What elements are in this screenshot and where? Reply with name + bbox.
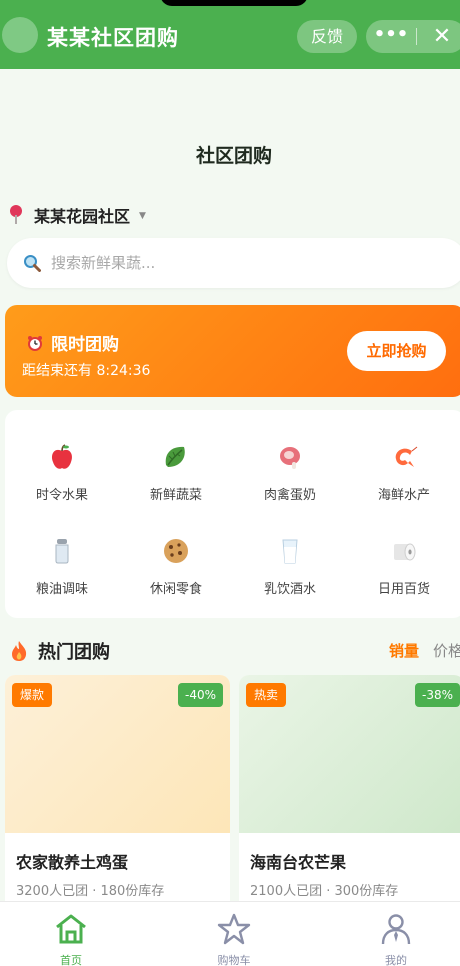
- flash-sale-title: 限时团购: [27, 330, 119, 355]
- home-icon: [56, 914, 86, 944]
- alarm-clock-icon: [28, 335, 42, 351]
- app-title: 某某社区团购: [47, 26, 179, 50]
- tab-label: 首页: [60, 954, 82, 966]
- location-name: 某某花园社区: [34, 207, 131, 226]
- meat-icon: [280, 447, 300, 469]
- hot-section-header: 热门团购: [10, 638, 110, 664]
- category-grid: 时令水果 新鲜蔬菜 肉禽蛋奶 海鲜水产 粮油调味 休闲零食 乳饮酒水 日用百货: [5, 410, 460, 618]
- sort-by-price[interactable]: 价格: [433, 640, 460, 661]
- category-vegetables[interactable]: 新鲜蔬菜: [119, 443, 233, 503]
- product-meta: 3200人已团 · 180份库存: [16, 884, 165, 899]
- toilet-paper-icon: [394, 543, 416, 561]
- search-bar: [7, 238, 460, 288]
- sort-by-sales[interactable]: 销量: [389, 640, 419, 661]
- buy-now-button[interactable]: 立即抢购: [347, 331, 446, 371]
- more-options-button[interactable]: •••: [366, 20, 416, 53]
- caret-down-icon: ▼: [139, 211, 146, 221]
- cookie-icon: [164, 539, 188, 563]
- search-icon: [24, 255, 41, 272]
- product-meta: 2100人已团 · 300份库存: [250, 884, 399, 899]
- apple-icon: [52, 444, 72, 469]
- milk-glass-icon: [282, 539, 298, 564]
- star-icon: [217, 913, 251, 945]
- search-input[interactable]: [51, 251, 431, 275]
- capsule-menu: ••• ✕: [366, 20, 460, 53]
- discount-badge: -40%: [177, 683, 223, 707]
- feedback-button[interactable]: 反馈: [297, 20, 357, 53]
- tab-cart[interactable]: 购物车: [199, 912, 269, 966]
- category-label: 乳饮酒水: [263, 582, 316, 597]
- category-daily-goods[interactable]: 日用百货: [347, 537, 460, 597]
- tab-label: 我的: [385, 954, 407, 966]
- tab-home[interactable]: 首页: [36, 912, 106, 966]
- category-label: 肉禽蛋奶: [263, 488, 316, 503]
- countdown-text: 距结束还有 8:24:36: [22, 363, 151, 379]
- category-label: 休闲零食: [149, 582, 202, 597]
- category-label: 新鲜蔬菜: [149, 488, 202, 503]
- tab-profile[interactable]: 我的: [361, 912, 431, 966]
- salt-shaker-icon: [55, 539, 69, 564]
- flash-sale-banner: 限时团购 距结束还有 8:24:36 立即抢购: [5, 305, 460, 397]
- category-label: 日用百货: [377, 582, 430, 597]
- app-avatar: [2, 17, 38, 53]
- location-pin-icon: [9, 205, 23, 225]
- location-selector[interactable]: 某某花园社区 ▼: [9, 204, 146, 226]
- status-notch: [160, 0, 308, 6]
- category-grain-oil[interactable]: 粮油调味: [5, 537, 119, 597]
- category-seafood[interactable]: 海鲜水产: [347, 443, 460, 503]
- bottom-tab-bar: 首页 购物车 我的: [0, 902, 460, 966]
- page-title: 社区团购: [195, 145, 272, 167]
- leafy-greens-icon: [165, 446, 185, 467]
- category-drinks[interactable]: 乳饮酒水: [233, 537, 347, 597]
- category-fruit[interactable]: 时令水果: [5, 443, 119, 503]
- product-name: 农家散养土鸡蛋: [16, 853, 129, 872]
- category-snacks[interactable]: 休闲零食: [119, 537, 233, 597]
- user-icon: [381, 914, 411, 945]
- fire-icon: [12, 641, 27, 661]
- close-button[interactable]: ✕: [424, 20, 460, 53]
- shrimp-icon: [395, 446, 418, 467]
- product-card[interactable]: 热卖 -38% 海南台农芒果 2100人已团 · 300份库存: [239, 675, 460, 915]
- discount-badge: -38%: [414, 683, 460, 707]
- product-card[interactable]: 爆款 -40% 农家散养土鸡蛋 3200人已团 · 180份库存: [5, 675, 230, 915]
- capsule-divider: [416, 28, 417, 45]
- category-label: 粮油调味: [35, 582, 88, 597]
- mini-program-header: 某某社区团购 反馈 ••• ✕: [0, 0, 460, 69]
- product-tag: 热卖: [246, 683, 287, 707]
- product-tag: 爆款: [12, 683, 53, 707]
- product-name: 海南台农芒果: [250, 853, 347, 872]
- flash-sale-label: 限时团购: [51, 335, 119, 355]
- tab-label: 购物车: [217, 954, 251, 966]
- category-label: 时令水果: [35, 488, 88, 503]
- category-label: 海鲜水产: [377, 488, 430, 503]
- hot-section-title: 热门团购: [38, 642, 110, 663]
- category-meat[interactable]: 肉禽蛋奶: [233, 443, 347, 503]
